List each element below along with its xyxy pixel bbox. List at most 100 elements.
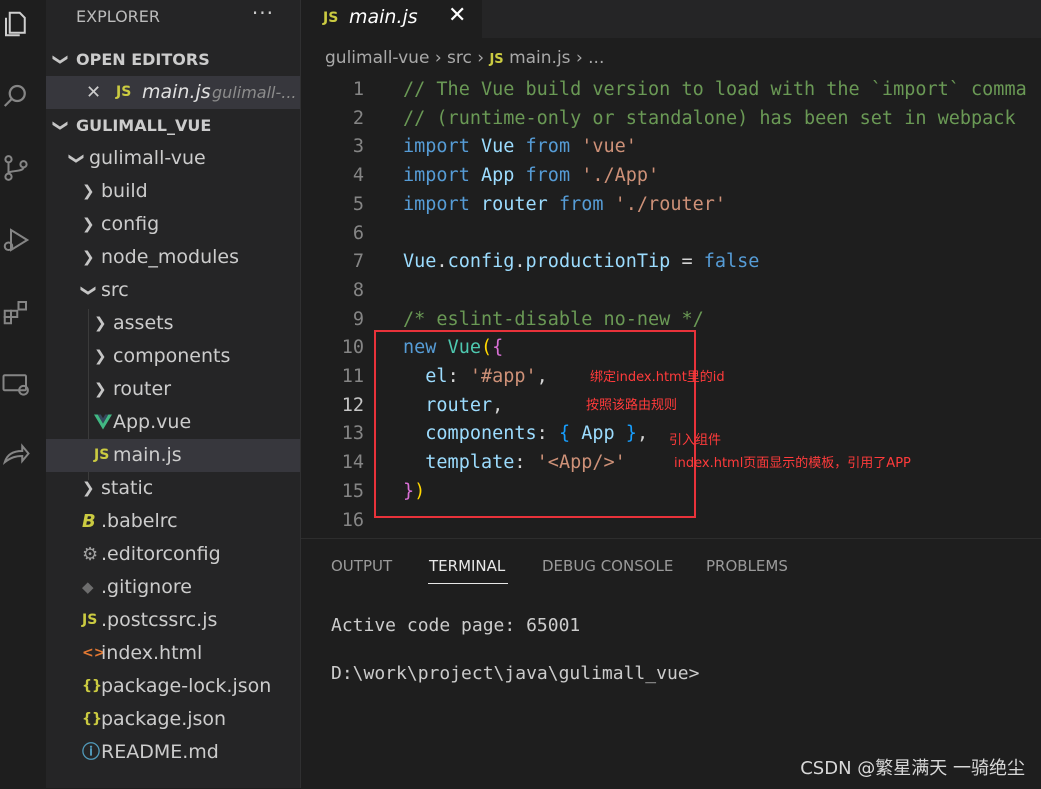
chevron-right-icon: ❯: [82, 182, 95, 200]
tree-folder[interactable]: ❯ node_modules: [46, 241, 300, 274]
code-line[interactable]: 5 import router from './router': [301, 191, 1041, 220]
code-line[interactable]: 6: [301, 220, 1041, 249]
tree-file[interactable]: JS .postcssrc.js: [46, 604, 300, 637]
line-number: 13: [341, 423, 364, 445]
bottom-panel: OUTPUT TERMINAL DEBUG CONSOLE PROBLEMS A…: [301, 538, 1041, 789]
tree-file[interactable]: B .babelrc: [46, 505, 300, 538]
line-number: 15: [341, 480, 364, 502]
annotation-router: 按照该路由规则: [586, 398, 678, 413]
chevron-right-icon: ❯: [94, 380, 107, 398]
code-text: Vue.config.productionTip = false: [403, 251, 760, 273]
tree-file[interactable]: App.vue: [46, 406, 300, 439]
tree-folder[interactable]: ❯ config: [46, 208, 300, 241]
annotation-components: 引入组件: [669, 433, 722, 448]
tab-label: main.js: [349, 6, 418, 28]
js-file-icon: JS: [489, 52, 504, 67]
tree-folder[interactable]: ❯ build: [46, 175, 300, 208]
gear-icon: ⚙: [82, 544, 99, 565]
tree-item-label: package.json: [101, 708, 227, 730]
chevron-right-icon: ›: [477, 48, 490, 68]
line-number: 9: [352, 308, 364, 330]
run-debug-icon[interactable]: [0, 220, 32, 260]
babel-file-icon: B: [82, 511, 96, 532]
js-file-icon: JS: [323, 10, 339, 26]
terminal-prompt[interactable]: D:\work\project\java\gulimall_vue>: [331, 663, 699, 684]
breadcrumb-more[interactable]: ...: [588, 48, 604, 68]
tab-bar: JS main.js ✕: [301, 0, 1041, 38]
line-number: 4: [352, 165, 364, 187]
search-icon[interactable]: [0, 76, 32, 116]
tree-item-label: components: [113, 345, 231, 367]
code-text: import router from './router': [403, 193, 727, 215]
chevron-down-icon: ❯: [79, 284, 98, 297]
chevron-right-icon: ›: [434, 48, 448, 68]
chevron-right-icon: ❯: [82, 215, 95, 233]
tree-folder[interactable]: ❯ src: [46, 274, 300, 307]
line-number: 3: [352, 136, 364, 158]
tree-item-label: node_modules: [101, 246, 240, 268]
line-number: 11: [341, 366, 364, 387]
breadcrumb-folder[interactable]: src: [447, 48, 472, 68]
close-icon[interactable]: ✕: [86, 76, 101, 109]
live-share-icon[interactable]: [0, 436, 32, 476]
tree-item-label: router: [113, 378, 172, 400]
more-actions-icon[interactable]: ···: [252, 0, 274, 30]
tab-problems[interactable]: PROBLEMS: [706, 557, 788, 575]
tab-main-js[interactable]: JS main.js ✕: [301, 0, 482, 38]
chevron-right-icon: ❯: [82, 248, 95, 266]
tree-file[interactable]: {} package-lock.json: [46, 670, 300, 703]
explorer-title: EXPLORER ···: [46, 0, 300, 34]
info-icon: ⓘ: [82, 742, 100, 763]
tree-folder[interactable]: ❯ components: [46, 340, 300, 373]
tree-item-label: .postcssrc.js: [101, 609, 218, 631]
source-control-icon[interactable]: [0, 148, 32, 188]
tree-file[interactable]: ⓘ README.md: [46, 736, 300, 769]
git-icon: ◆: [82, 578, 94, 596]
open-editor-name: main.js: [142, 81, 211, 103]
tab-debug-console[interactable]: DEBUG CONSOLE: [542, 557, 673, 575]
tree-item-label: App.vue: [113, 411, 192, 433]
tree-file[interactable]: {} package.json: [46, 703, 300, 736]
tree-file[interactable]: JS main.js: [46, 439, 300, 472]
line-number: 2: [352, 107, 364, 129]
annotation-el: 绑定index.htmt里的id: [590, 370, 725, 385]
tree-folder[interactable]: ❯ static: [46, 472, 300, 505]
code-line[interactable]: 8: [301, 277, 1041, 306]
chevron-down-icon: ❯: [51, 119, 70, 132]
watermark: CSDN @繁星满天 一骑绝尘: [800, 758, 1025, 779]
tab-output[interactable]: OUTPUT: [331, 557, 392, 575]
explorer-title-label: EXPLORER: [76, 7, 160, 26]
tree-folder[interactable]: ❯ router: [46, 373, 300, 406]
tree-file[interactable]: <> index.html: [46, 637, 300, 670]
tree-item-label: package-lock.json: [101, 675, 272, 697]
js-file-icon: JS: [82, 612, 98, 628]
breadcrumb-file[interactable]: main.js: [509, 48, 570, 68]
code-line[interactable]: 7 Vue.config.productionTip = false: [301, 248, 1041, 277]
tree-item-label: config: [101, 213, 160, 235]
open-editor-path: gulimall-...: [212, 83, 297, 102]
line-number: 5: [352, 193, 364, 215]
open-editor-item[interactable]: ✕ JS main.js gulimall-...: [46, 76, 300, 109]
remote-explorer-icon[interactable]: [0, 364, 32, 404]
tree-item-label: .editorconfig: [101, 543, 221, 565]
close-icon[interactable]: ✕: [448, 3, 466, 28]
code-line[interactable]: 1 // The Vue build version to load with t…: [301, 76, 1041, 105]
annotation-box: [374, 330, 696, 518]
vue-icon: [94, 406, 112, 439]
project-header[interactable]: ❯ GULIMALL_VUE: [46, 109, 300, 142]
code-text: // The Vue build version to load with th…: [403, 79, 1027, 100]
breadcrumb-root[interactable]: gulimall-vue: [325, 48, 429, 68]
tree-folder[interactable]: ❯ assets: [46, 307, 300, 340]
code-line[interactable]: 2 // (runtime-only or standalone) has bee…: [301, 105, 1041, 134]
line-number: 10: [341, 337, 364, 359]
tab-terminal[interactable]: TERMINAL: [429, 557, 505, 575]
tree-item-label: static: [101, 477, 154, 499]
tree-folder[interactable]: ❯ gulimall-vue: [46, 142, 300, 175]
code-line[interactable]: 4 import App from './App': [301, 162, 1041, 191]
files-icon[interactable]: [0, 4, 32, 44]
code-line[interactable]: 3 import Vue from 'vue': [301, 133, 1041, 162]
extensions-icon[interactable]: [0, 292, 32, 332]
tree-file[interactable]: ⚙ .editorconfig: [46, 538, 300, 571]
open-editors-header[interactable]: ❯ OPEN EDITORS: [46, 43, 300, 76]
tree-file[interactable]: ◆ .gitignore: [46, 571, 300, 604]
